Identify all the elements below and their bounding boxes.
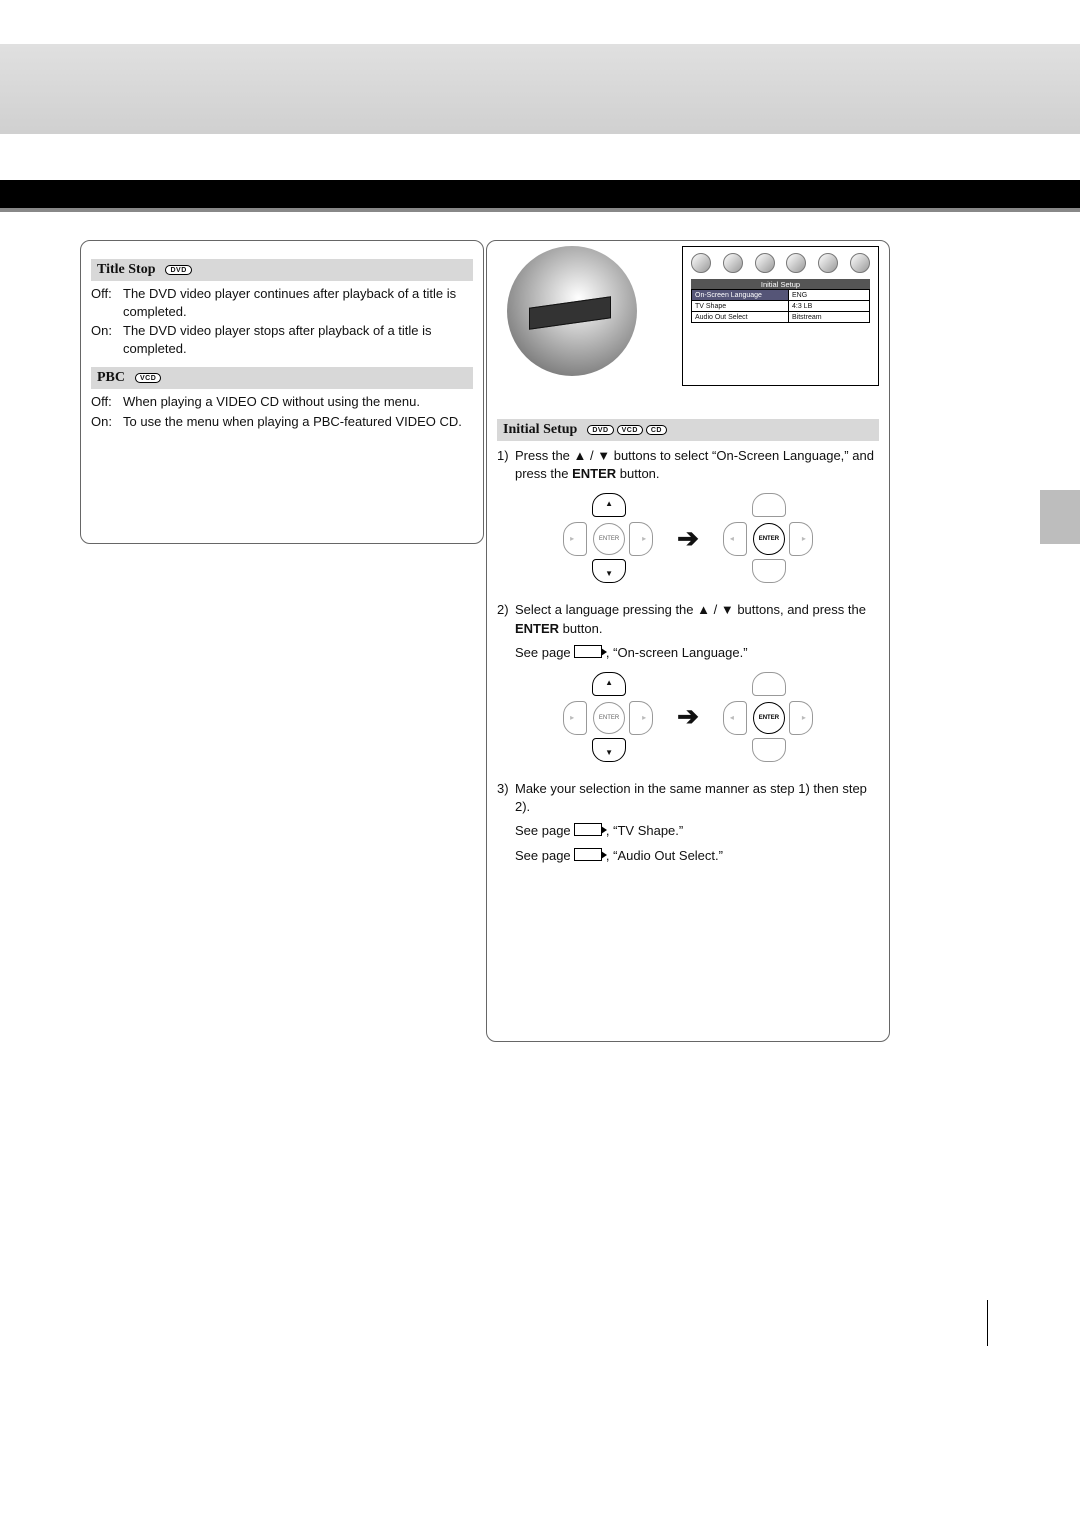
dvd-badge-icon: DVD	[587, 425, 613, 435]
step3-ref2: See page , Audio Out Select.	[497, 847, 879, 865]
dpad-enter: ENTER	[723, 493, 813, 583]
page-ref-icon	[574, 823, 602, 836]
right-column: Initial Setup On-Screen LanguageENG TV S…	[486, 240, 890, 1042]
osd-icon-row	[683, 247, 878, 279]
osd-row-label: On-Screen Language	[692, 290, 789, 300]
pbc-desc: Off:When playing a VIDEO CD without usin…	[91, 393, 473, 430]
page-ref-icon	[574, 645, 602, 658]
player-illustration	[507, 246, 637, 376]
header-black-bar	[0, 180, 1080, 208]
title-stop-header: Title Stop DVD	[91, 259, 473, 281]
osd-row-label: Audio Out Select	[692, 312, 789, 322]
arrow-right-icon: ➔	[677, 701, 699, 732]
osd-icon	[691, 253, 711, 273]
dpad-row-1: ENTER ➔ ENTER	[497, 493, 879, 583]
initial-setup-label: Initial Setup	[503, 422, 577, 438]
osd-icon	[850, 253, 870, 273]
pbc-off: When playing a VIDEO CD without using th…	[123, 393, 473, 411]
dpad-row-2: ENTER ➔ ENTER	[497, 672, 879, 762]
side-tab	[1040, 490, 1080, 544]
dpad-select: ENTER	[563, 672, 653, 762]
step3-ref1: See page , TV Shape.	[497, 822, 879, 840]
title-stop-off: The DVD video player continues after pla…	[123, 285, 473, 320]
page-ref-icon	[574, 848, 602, 861]
title-stop-desc: Off:The DVD video player continues after…	[91, 285, 473, 357]
dvd-badge-icon: DVD	[165, 265, 191, 275]
osd-row-value: ENG	[789, 290, 869, 300]
cd-badge-icon: CD	[646, 425, 667, 435]
header-grey-bar	[0, 44, 1080, 134]
arrow-right-icon: ➔	[677, 523, 699, 554]
osd-row-value: Bitstream	[789, 312, 869, 322]
osd-icon	[755, 253, 775, 273]
pbc-label: PBC	[97, 370, 125, 386]
title-stop-on: The DVD video player stops after playbac…	[123, 322, 473, 357]
osd-icon	[786, 253, 806, 273]
osd-icon	[818, 253, 838, 273]
step1-text: 1)Press the ▲ / ▼ buttons to select On-S…	[497, 447, 879, 483]
dpad-enter: ENTER	[723, 672, 813, 762]
left-column: Title Stop DVD Off:The DVD video player …	[80, 240, 484, 544]
step2-text: 2)Select a language pressing the ▲ / ▼ b…	[497, 601, 879, 637]
vcd-badge-icon: VCD	[135, 373, 161, 383]
osd-icon	[723, 253, 743, 273]
initial-setup-header: Initial Setup DVD VCD CD	[497, 419, 879, 441]
dpad-select: ENTER	[563, 493, 653, 583]
pbc-header: PBC VCD	[91, 367, 473, 389]
step2-ref: See page , On-screen Language.	[497, 644, 879, 662]
pbc-on: To use the menu when playing a PBC-featu…	[123, 413, 473, 431]
page-footer-mark	[987, 1300, 988, 1346]
title-stop-label: Title Stop	[97, 262, 155, 278]
osd-row-value: 4:3 LB	[789, 301, 869, 311]
step3-text: 3)Make your selection in the same manner…	[497, 780, 879, 816]
osd-menu-screenshot: Initial Setup On-Screen LanguageENG TV S…	[682, 246, 879, 386]
vcd-badge-icon: VCD	[617, 425, 643, 435]
osd-row-label: TV Shape	[692, 301, 789, 311]
